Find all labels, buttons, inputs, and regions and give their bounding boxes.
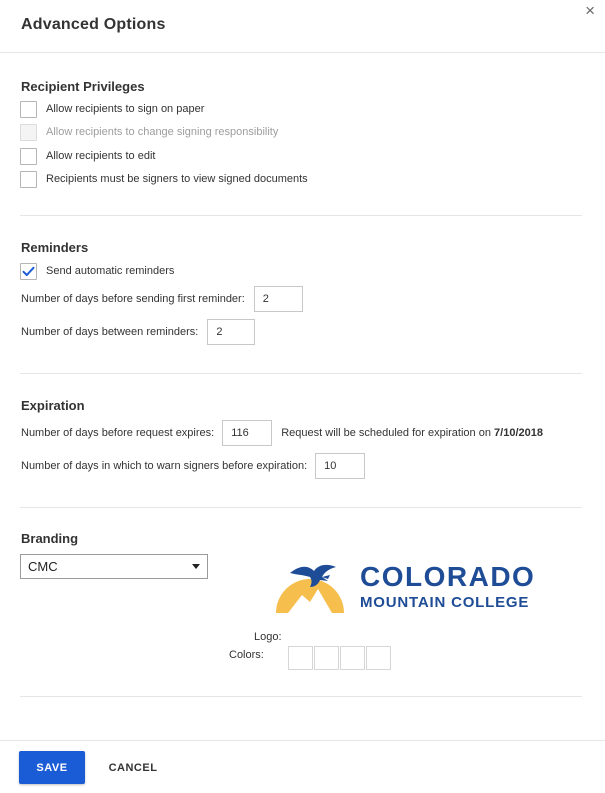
divider <box>20 215 582 216</box>
expiration-note: Request will be scheduled for expiration… <box>281 427 543 439</box>
first-reminder-label: Number of days before sending first remi… <box>21 293 245 305</box>
option-label: Allow recipients to change signing respo… <box>46 126 279 138</box>
warn-label: Number of days in which to warn signers … <box>21 460 308 472</box>
recipient-privileges-title: Recipient Privileges <box>21 79 145 94</box>
branding-selected-value: CMC <box>28 559 58 574</box>
colors-label: Colors: <box>229 649 264 661</box>
color-swatches <box>288 646 392 670</box>
cancel-button[interactable]: CANCEL <box>101 751 165 784</box>
branding-select[interactable]: CMC <box>20 554 208 579</box>
expiration-date: 7/10/2018 <box>494 427 543 439</box>
option-label: Recipients must be signers to view signe… <box>46 173 308 185</box>
close-icon[interactable]: × <box>585 2 595 19</box>
color-swatch[interactable] <box>340 646 365 670</box>
checkbox-checked[interactable] <box>20 262 37 280</box>
first-reminder-row: Number of days before sending first remi… <box>21 286 303 312</box>
logo-line1: COLORADO <box>360 561 536 592</box>
checkbox-disabled <box>20 123 37 141</box>
between-reminders-input[interactable] <box>207 319 256 345</box>
warn-row: Number of days in which to warn signers … <box>21 453 366 479</box>
color-swatch[interactable] <box>366 646 391 670</box>
option-label: Allow recipients to edit <box>46 150 156 162</box>
dialog-title: Advanced Options <box>21 16 166 33</box>
checkbox[interactable] <box>20 100 37 118</box>
save-button[interactable]: SAVE <box>19 751 85 784</box>
divider <box>20 373 582 374</box>
expires-row: Number of days before request expires: R… <box>21 420 543 446</box>
logo-label: Logo: <box>254 631 282 643</box>
divider <box>20 696 582 697</box>
checkbox[interactable] <box>20 170 37 188</box>
logo-line2: MOUNTAIN COLLEGE <box>360 594 530 611</box>
expiration-note-text: Request will be scheduled for expiration… <box>281 427 491 439</box>
between-reminders-row: Number of days between reminders: <box>21 319 256 345</box>
option-auto-reminders[interactable]: Send automatic reminders <box>20 262 174 280</box>
first-reminder-input[interactable] <box>253 286 303 312</box>
caret-down-icon <box>192 564 200 569</box>
expires-label: Number of days before request expires: <box>21 427 215 439</box>
option-label: Allow recipients to sign on paper <box>46 103 205 115</box>
dialog-footer: SAVE CANCEL <box>0 740 605 793</box>
checkbox[interactable] <box>20 147 37 165</box>
expires-input[interactable] <box>222 420 273 446</box>
divider <box>20 507 582 508</box>
checkmark-icon <box>22 266 35 276</box>
branding-logo: COLORADO MOUNTAIN COLLEGE <box>270 555 570 617</box>
mountain-eagle-icon <box>276 564 344 613</box>
expiration-title: Expiration <box>21 398 85 413</box>
between-reminders-label: Number of days between reminders: <box>21 326 199 338</box>
option-label: Send automatic reminders <box>46 265 175 277</box>
dialog-header: Advanced Options × <box>0 0 605 53</box>
color-swatch[interactable] <box>314 646 339 670</box>
option-allow-edit[interactable]: Allow recipients to edit <box>20 147 155 165</box>
option-sign-on-paper[interactable]: Allow recipients to sign on paper <box>20 100 204 118</box>
color-swatch[interactable] <box>288 646 313 670</box>
warn-input[interactable] <box>315 453 366 479</box>
option-change-responsibility: Allow recipients to change signing respo… <box>20 123 278 141</box>
option-signers-view[interactable]: Recipients must be signers to view signe… <box>20 170 308 188</box>
branding-title: Branding <box>21 531 79 546</box>
reminders-title: Reminders <box>21 240 89 255</box>
